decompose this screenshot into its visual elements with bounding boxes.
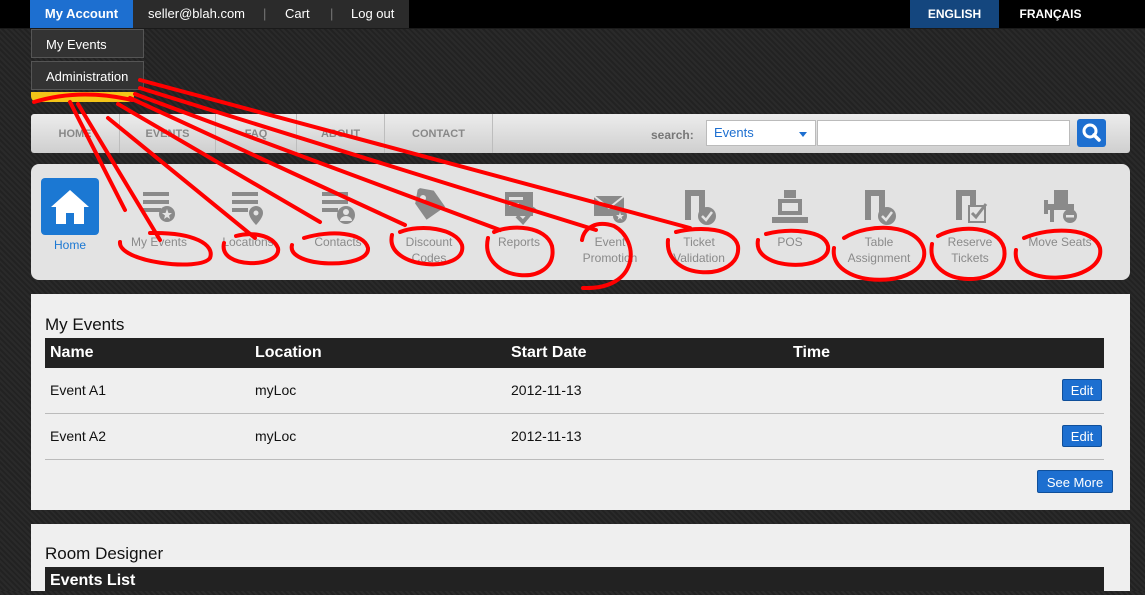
search-scope-select[interactable]: Events [706, 120, 816, 146]
register-icon [772, 190, 808, 223]
envelope-icon [593, 195, 627, 223]
my-events-panel: My Events Name Location Start Date Time … [31, 294, 1130, 510]
reserve-tickets-icon [956, 190, 988, 223]
move-seat-icon [1044, 190, 1077, 223]
tool-event-promotion[interactable]: Event Promotion [565, 180, 655, 266]
contacts-icon [322, 192, 355, 224]
tool-home-label[interactable]: Home [41, 238, 99, 252]
events-list-header: Events List [45, 567, 1104, 591]
event-location: myLoc [255, 382, 297, 398]
reports-icon [505, 192, 537, 225]
tool-label: Event Promotion [565, 234, 655, 266]
event-name: Event A1 [50, 382, 107, 398]
nav-about[interactable]: ABOUT [297, 114, 385, 153]
nav-home[interactable]: HOME [31, 114, 120, 153]
top-bar: My Account seller@blah.com | Cart | Log … [0, 0, 1145, 29]
tool-label-line2: Validation [673, 251, 725, 265]
tool-pos[interactable]: POS [745, 180, 835, 250]
event-location: myLoc [255, 428, 297, 444]
caret-down-icon [799, 132, 807, 137]
my-events-title: My Events [45, 315, 125, 334]
table-row: Event A1 myLoc 2012-11-13 Edit [45, 368, 1104, 414]
table-row: Event A2 myLoc 2012-11-13 Edit [45, 414, 1104, 460]
tool-label-line1: Event [594, 235, 626, 249]
search-button[interactable] [1077, 119, 1106, 147]
tool-label-line1: Discount [405, 235, 453, 249]
separator: | [330, 6, 334, 21]
top-links: seller@blah.com | Cart | Log out [133, 0, 409, 28]
separator: | [263, 6, 267, 21]
event-start-date: 2012-11-13 [511, 382, 582, 398]
tool-contacts[interactable]: Contacts [293, 180, 383, 250]
tool-label-line2: Promotion [582, 251, 638, 265]
my-account-button[interactable]: My Account [30, 0, 133, 28]
tool-label: Discount Codes [384, 234, 474, 266]
menu-item-my-events[interactable]: My Events [31, 29, 144, 58]
tool-my-events[interactable]: My Events [114, 180, 204, 250]
tool-label-line2: Codes [411, 251, 447, 265]
language-english-button[interactable]: ENGLISH [910, 0, 999, 28]
tool-move-seats[interactable]: Move Seats [1015, 180, 1105, 250]
tool-label-line1: Ticket [683, 235, 715, 249]
tool-label: Reserve Tickets [925, 234, 1015, 266]
edit-button[interactable]: Edit [1062, 425, 1102, 447]
column-header-start-date: Start Date [511, 344, 587, 361]
search-scope-value: Events [714, 125, 754, 140]
user-email-link[interactable]: seller@blah.com [148, 0, 245, 28]
cart-link[interactable]: Cart [285, 0, 310, 28]
search-label: search: [651, 128, 694, 142]
tool-label: Table Assignment [834, 234, 924, 266]
edit-button[interactable]: Edit [1062, 379, 1102, 401]
tool-label: Reports [497, 235, 541, 249]
tag-icon [415, 188, 446, 220]
tool-label: Locations [222, 235, 274, 249]
logo [31, 92, 134, 102]
location-icon [232, 192, 263, 225]
tool-discount-codes[interactable]: Discount Codes [384, 180, 474, 266]
tool-label: Ticket Validation [654, 234, 744, 266]
events-table-header: Name Location Start Date Time [45, 338, 1104, 368]
column-header-name: Name [50, 344, 94, 361]
event-name: Event A2 [50, 428, 107, 444]
tool-label-line1: Reserve [947, 235, 993, 249]
events-list-icon [143, 192, 175, 222]
ticket-check-icon [685, 190, 716, 225]
table-check-icon [865, 190, 896, 225]
room-designer-title: Room Designer [45, 544, 164, 563]
home-icon [51, 190, 89, 224]
tool-label: Move Seats [1028, 235, 1092, 249]
tool-label: Contacts [314, 235, 362, 249]
column-header-location: Location [255, 344, 322, 361]
tool-label-line1: Table [864, 235, 894, 249]
nav-contact[interactable]: CONTACT [385, 114, 493, 153]
tool-label: POS [777, 235, 803, 249]
tool-label-line2: Assignment [847, 251, 911, 265]
menu-item-administration[interactable]: Administration [31, 61, 144, 90]
tool-reports[interactable]: Reports [474, 180, 564, 250]
nav-events[interactable]: EVENTS [120, 114, 216, 153]
event-start-date: 2012-11-13 [511, 428, 582, 444]
tool-label: My Events [130, 235, 187, 249]
tool-table-assignment[interactable]: Table Assignment [834, 180, 924, 266]
logout-link[interactable]: Log out [351, 0, 394, 28]
see-more-button[interactable]: See More [1037, 470, 1113, 493]
column-header-time: Time [793, 344, 831, 361]
nav-faq[interactable]: FAQ [216, 114, 297, 153]
room-designer-panel: Room Designer Events List [31, 524, 1130, 591]
tool-reserve-tickets[interactable]: Reserve Tickets [925, 180, 1015, 266]
tool-ticket-validation[interactable]: Ticket Validation [654, 180, 744, 266]
tool-home[interactable] [41, 178, 99, 235]
tool-locations[interactable]: Locations [203, 180, 293, 250]
search-input[interactable] [817, 120, 1070, 146]
search-icon [1082, 123, 1101, 142]
language-french-button[interactable]: FRANÇAIS [999, 0, 1102, 28]
tool-label-line2: Tickets [951, 251, 989, 265]
